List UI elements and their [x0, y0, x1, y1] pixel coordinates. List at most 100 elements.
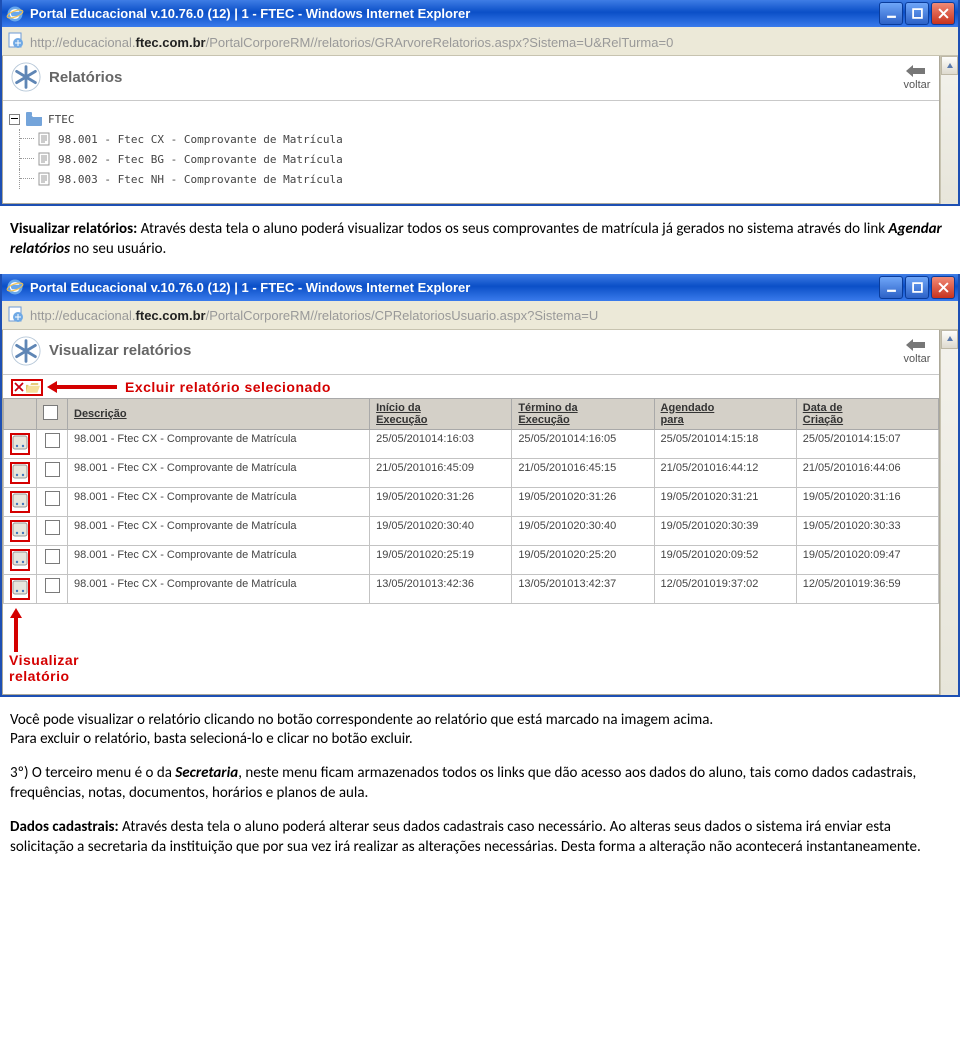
report-tree: FTEC 98.001 - Ftec CX - Comprovante de M… [3, 101, 939, 203]
cell-descricao: 98.001 - Ftec CX - Comprovante de Matríc… [68, 487, 370, 516]
reports-table: Descrição Início daExecução Término daEx… [3, 398, 939, 604]
select-all-checkbox[interactable] [43, 405, 58, 420]
back-button-label: voltar [904, 79, 931, 91]
cell-inicio: 19/05/201020:25:19 [370, 545, 512, 574]
url-text: http://educacional.ftec.com.br/PortalCor… [30, 35, 673, 50]
ie-icon [6, 278, 24, 296]
cell-termino: 13/05/201013:42:37 [512, 574, 654, 603]
view-report-button[interactable] [12, 580, 28, 595]
cell-criacao: 25/05/201014:15:07 [796, 429, 938, 458]
col-select [37, 398, 68, 429]
folder-open-icon[interactable] [26, 382, 40, 393]
tree-item[interactable]: 98.002 - Ftec BG - Comprovante de Matríc… [19, 149, 933, 169]
back-button-label: voltar [904, 353, 931, 365]
cell-criacao: 19/05/201020:09:47 [796, 545, 938, 574]
view-annotation-line1: Visualizar [9, 652, 939, 668]
cell-agendado: 19/05/201020:09:52 [654, 545, 796, 574]
arrow-left-icon [47, 380, 117, 394]
address-bar[interactable]: http://educacional.ftec.com.br/PortalCor… [2, 27, 958, 56]
row-checkbox[interactable] [45, 578, 60, 593]
scrollbar[interactable] [940, 56, 958, 204]
cell-agendado: 21/05/201016:44:12 [654, 458, 796, 487]
instruction-visualizar: Visualizar relatórios: Através desta tel… [10, 220, 950, 260]
tree-item-label: 98.002 - Ftec BG - Comprovante de Matríc… [58, 153, 343, 166]
view-report-button-highlight [10, 520, 30, 542]
table-row: 98.001 - Ftec CX - Comprovante de Matríc… [4, 574, 939, 603]
page-title: Relatórios [49, 69, 122, 86]
close-button[interactable] [931, 276, 955, 299]
titlebar[interactable]: Portal Educacional v.10.76.0 (12) | 1 - … [2, 274, 958, 301]
view-report-button-highlight [10, 433, 30, 455]
row-checkbox[interactable] [45, 549, 60, 564]
minimize-button[interactable] [879, 2, 903, 25]
document-icon [38, 152, 52, 166]
cell-descricao: 98.001 - Ftec CX - Comprovante de Matríc… [68, 429, 370, 458]
cell-inicio: 19/05/201020:31:26 [370, 487, 512, 516]
cell-termino: 21/05/201016:45:15 [512, 458, 654, 487]
tree-root-label: FTEC [48, 113, 75, 126]
tree-root[interactable]: FTEC [9, 109, 933, 129]
content-area: Visualizar relatórios voltar Excluir rel… [2, 330, 940, 695]
cell-agendado: 25/05/201014:15:18 [654, 429, 796, 458]
scroll-up-button[interactable] [941, 56, 958, 75]
view-report-button-highlight [10, 578, 30, 600]
view-report-button[interactable] [12, 435, 28, 450]
back-button[interactable]: voltar [903, 63, 931, 91]
cell-criacao: 21/05/201016:44:06 [796, 458, 938, 487]
instruction-view-delete: Você pode visualizar o relatório clicand… [10, 711, 950, 751]
view-report-button[interactable] [12, 522, 28, 537]
cell-criacao: 19/05/201020:30:33 [796, 516, 938, 545]
tree-item[interactable]: 98.001 - Ftec CX - Comprovante de Matríc… [19, 129, 933, 149]
cell-descricao: 98.001 - Ftec CX - Comprovante de Matríc… [68, 545, 370, 574]
folder-icon [26, 112, 42, 126]
scrollbar[interactable] [940, 330, 958, 695]
asterisk-logo-icon [11, 336, 41, 366]
collapse-icon[interactable] [9, 114, 20, 125]
tree-item-label: 98.001 - Ftec CX - Comprovante de Matríc… [58, 133, 343, 146]
view-report-button-highlight [10, 491, 30, 513]
col-agendado[interactable]: Agendadopara [654, 398, 796, 429]
col-inicio[interactable]: Início daExecução [370, 398, 512, 429]
table-row: 98.001 - Ftec CX - Comprovante de Matríc… [4, 429, 939, 458]
view-report-button[interactable] [12, 551, 28, 566]
ie-icon [6, 5, 24, 23]
cell-termino: 19/05/201020:30:40 [512, 516, 654, 545]
view-report-button[interactable] [12, 493, 28, 508]
col-termino[interactable]: Término daExecução [512, 398, 654, 429]
delete-button-highlight [11, 379, 43, 396]
instruction-secretaria: 3º) O terceiro menu é o da Secretaria, n… [10, 764, 950, 804]
view-annotation-line2: relatório [9, 668, 939, 684]
cell-descricao: 98.001 - Ftec CX - Comprovante de Matríc… [68, 516, 370, 545]
col-descricao[interactable]: Descrição [68, 398, 370, 429]
cell-termino: 19/05/201020:25:20 [512, 545, 654, 574]
maximize-button[interactable] [905, 2, 929, 25]
titlebar[interactable]: Portal Educacional v.10.76.0 (12) | 1 - … [2, 0, 958, 27]
row-checkbox[interactable] [45, 433, 60, 448]
delete-annotation: Excluir relatório selecionado [125, 379, 331, 395]
maximize-button[interactable] [905, 276, 929, 299]
row-checkbox[interactable] [45, 491, 60, 506]
document-icon [38, 172, 52, 186]
view-report-button-highlight [10, 549, 30, 571]
page-icon [7, 31, 25, 49]
cell-inicio: 25/05/201014:16:03 [370, 429, 512, 458]
address-bar[interactable]: http://educacional.ftec.com.br/PortalCor… [2, 301, 958, 330]
tree-item[interactable]: 98.003 - Ftec NH - Comprovante de Matríc… [19, 169, 933, 189]
view-report-button[interactable] [12, 464, 28, 479]
view-annotation: Visualizar relatório [3, 604, 939, 694]
minimize-button[interactable] [879, 276, 903, 299]
row-checkbox[interactable] [45, 520, 60, 535]
tree-item-label: 98.003 - Ftec NH - Comprovante de Matríc… [58, 173, 343, 186]
window-relatorios: Portal Educacional v.10.76.0 (12) | 1 - … [0, 0, 960, 206]
delete-toolbar: Excluir relatório selecionado [3, 375, 939, 398]
scroll-up-button[interactable] [941, 330, 958, 349]
row-checkbox[interactable] [45, 462, 60, 477]
cell-criacao: 12/05/201019:36:59 [796, 574, 938, 603]
cell-criacao: 19/05/201020:31:16 [796, 487, 938, 516]
cell-agendado: 19/05/201020:30:39 [654, 516, 796, 545]
back-button[interactable]: voltar [903, 337, 931, 365]
col-view [4, 398, 37, 429]
col-criacao[interactable]: Data deCriação [796, 398, 938, 429]
window-visualizar-relatorios: Portal Educacional v.10.76.0 (12) | 1 - … [0, 274, 960, 697]
close-button[interactable] [931, 2, 955, 25]
